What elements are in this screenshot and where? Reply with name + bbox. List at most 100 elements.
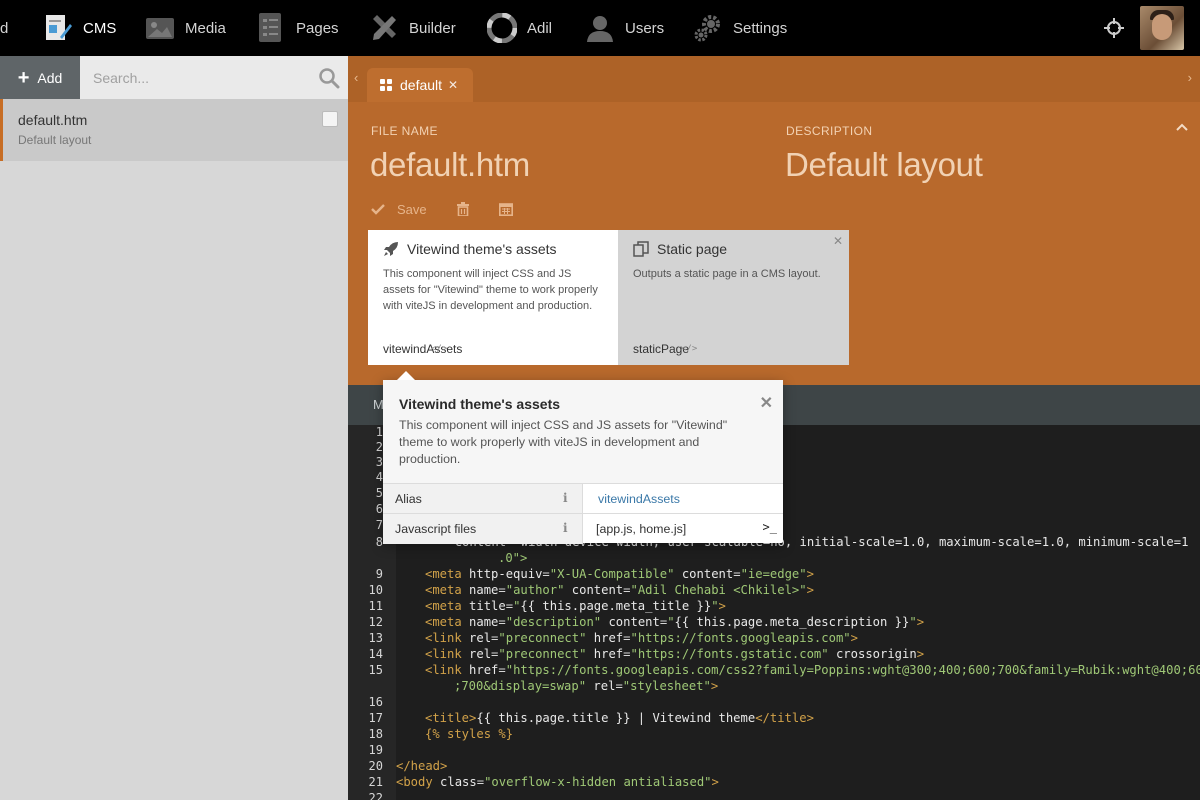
line-number: 5: [375, 486, 383, 500]
delete-button[interactable]: [456, 202, 469, 216]
code-string: "overflow-x-hidden antialiased": [484, 775, 712, 789]
code-string: "https://fonts.gstatic.com": [630, 647, 829, 661]
info-icon[interactable]: i: [563, 491, 568, 505]
nav-item-pages[interactable]: Pages: [255, 0, 339, 56]
description-label: DESCRIPTION: [786, 124, 873, 138]
avatar[interactable]: [1140, 6, 1184, 50]
property-row-alias: Alias i vitewindAssets: [383, 483, 783, 514]
code-line: ;700&display=swap" rel="stylesheet">: [454, 679, 719, 693]
nav-item-settings[interactable]: Settings: [692, 0, 787, 56]
component-card-title: Vitewind theme's assets: [383, 241, 557, 257]
code-string: "description": [505, 615, 602, 629]
line-number: 6: [375, 502, 383, 516]
component-card-static-page[interactable]: Static page ✕ Outputs a static page in a…: [618, 230, 849, 365]
line-number: 14: [368, 647, 383, 661]
code-attr: href: [469, 663, 499, 677]
crosshair-button[interactable]: [1098, 0, 1139, 56]
line-number: 20: [368, 759, 383, 773]
code-string: "Adil Chehabi <Chkilel>": [630, 583, 807, 597]
code-tag: <link: [425, 663, 462, 677]
code-line: <link href="https://fonts.googleapis.com…: [425, 663, 1200, 677]
property-name: Javascript files: [383, 514, 583, 544]
editor-header: ‹ default ✕ › FILE NAME default.htm DESC…: [348, 56, 1200, 385]
code-line: <meta name="author" content="Adil Chehab…: [425, 583, 814, 597]
code-attr: rel: [593, 679, 616, 693]
save-label: Save: [397, 201, 427, 217]
nav-builder-label: Builder: [409, 19, 456, 37]
code-line: .0">: [498, 551, 527, 565]
nav-item-partial[interactable]: d: [0, 0, 8, 56]
sidebar-toolbar: + Add: [0, 56, 348, 99]
rocket-icon: [383, 241, 399, 257]
line-number: 11: [368, 599, 383, 613]
nav-item-media[interactable]: Media: [144, 0, 226, 56]
code-tag: >: [850, 631, 858, 645]
list-item-name: default.htm: [18, 112, 88, 128]
top-navigation: d CMS Media Pages Builder Adil Users Set…: [0, 0, 1200, 56]
code-tag: >: [710, 679, 719, 693]
tab-scroll-left-icon[interactable]: ‹: [354, 70, 358, 85]
tab-default[interactable]: default ✕: [367, 68, 473, 102]
code-tag: <link: [425, 647, 462, 661]
code-string: "https://fonts.googleapis.com/css2?famil…: [505, 663, 1200, 677]
tab-scroll-right-icon[interactable]: ›: [1188, 70, 1192, 85]
list-item-checkbox[interactable]: [322, 111, 338, 127]
save-button[interactable]: Save: [371, 202, 427, 217]
component-description: Outputs a static page in a CMS layout.: [633, 268, 821, 280]
component-title: Vitewind theme's assets: [407, 241, 557, 257]
code-line: {% styles %}: [425, 727, 513, 741]
code-tag: >: [711, 775, 719, 789]
code-tag: >: [718, 599, 726, 613]
editor-toolbar: Save: [371, 199, 513, 219]
line-number: 13: [368, 631, 383, 645]
component-alias-text: vitewindAssets: [383, 342, 463, 356]
code-string: "author": [505, 583, 565, 597]
nav-item-builder[interactable]: Builder: [368, 0, 456, 56]
code-tag: <meta: [425, 599, 462, 613]
code-string: "stylesheet": [622, 679, 711, 693]
code-tag: <title>: [425, 711, 477, 725]
add-button-label: Add: [37, 69, 63, 86]
search-icon[interactable]: [318, 67, 340, 89]
code-string: "ie=edge": [740, 567, 807, 581]
component-inspector-popover: Vitewind theme's assets ✕ This component…: [383, 371, 783, 544]
javascript-files-field[interactable]: [app.js, home.js]: [584, 514, 783, 544]
line-number: 16: [368, 695, 383, 709]
code-tag: </head>: [396, 759, 448, 773]
popover-caret: [397, 371, 415, 380]
tab-close-icon[interactable]: ✕: [448, 78, 458, 92]
terminal-icon[interactable]: >_: [763, 520, 777, 534]
lifebuoy-icon: [486, 12, 518, 44]
code-icon: </>: [681, 344, 698, 354]
nav-item-adil[interactable]: Adil: [486, 0, 552, 56]
nav-partial-label: d: [0, 19, 9, 37]
component-card-title: Static page: [633, 241, 727, 257]
code-string: ": [711, 599, 719, 613]
remove-component-icon[interactable]: ✕: [833, 234, 843, 248]
sidebar: + Add default.htm Default layout: [0, 56, 348, 800]
component-alias: </> vitewindAssets: [383, 342, 462, 356]
nav-users-label: Users: [625, 19, 665, 37]
schedule-button[interactable]: [498, 202, 513, 216]
list-item[interactable]: default.htm Default layout: [0, 99, 348, 161]
code-attr: class: [440, 775, 477, 789]
list-item-description: Default layout: [18, 133, 92, 147]
code-line: <body class="overflow-x-hidden antialias…: [396, 775, 719, 789]
code-line: <meta title="{{ this.page.meta_title }}"…: [425, 599, 726, 613]
search-input[interactable]: [80, 56, 348, 99]
close-icon[interactable]: ✕: [760, 393, 773, 413]
code-line: </head>: [396, 759, 447, 773]
info-icon[interactable]: i: [563, 521, 568, 535]
gear-icon: [692, 12, 724, 44]
nav-item-users[interactable]: Users: [584, 0, 664, 56]
code-twig: {{ this.page.meta_title }}: [520, 599, 712, 613]
description-field[interactable]: Default layout: [785, 146, 983, 184]
component-card-vitewind-assets[interactable]: Vitewind theme's assets This component w…: [368, 230, 618, 365]
add-button[interactable]: + Add: [0, 56, 80, 99]
nav-item-cms[interactable]: CMS: [42, 0, 116, 56]
alias-input[interactable]: vitewindAssets: [584, 484, 783, 514]
builder-icon: [368, 12, 400, 44]
collapse-icon[interactable]: [1176, 118, 1188, 134]
property-name: Alias: [383, 484, 583, 514]
file-name-field[interactable]: default.htm: [370, 146, 530, 184]
